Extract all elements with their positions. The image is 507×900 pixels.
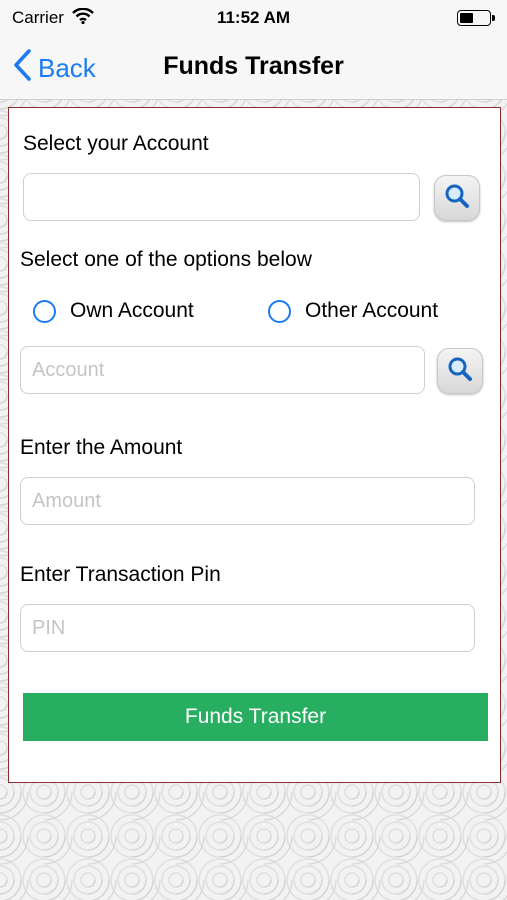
amount-label: Enter the Amount xyxy=(20,436,183,459)
pin-field[interactable] xyxy=(20,604,475,652)
search-icon xyxy=(444,183,470,214)
navigation-bar: Back Funds Transfer xyxy=(0,36,507,100)
radio-other-account-label: Other Account xyxy=(305,299,439,322)
target-account-search-button[interactable] xyxy=(437,348,483,394)
funds-transfer-button[interactable]: Funds Transfer xyxy=(23,693,488,741)
radio-circle-icon xyxy=(33,299,56,323)
carrier-label: Carrier xyxy=(12,8,64,27)
select-account-label: Select your Account xyxy=(23,132,209,155)
page-title: Funds Transfer xyxy=(163,52,344,80)
radio-other-account[interactable]: Other Account xyxy=(268,299,438,323)
pin-label: Enter Transaction Pin xyxy=(20,563,221,586)
status-bar: Carrier 11:52 AM xyxy=(0,0,507,36)
amount-field[interactable] xyxy=(20,477,475,525)
source-account-field[interactable] xyxy=(23,173,420,221)
status-left: Carrier xyxy=(12,7,94,29)
funds-transfer-form: Select your Account Select one of the op… xyxy=(8,107,501,783)
battery-icon xyxy=(457,10,495,26)
options-label: Select one of the options below xyxy=(20,248,312,271)
wifi-icon xyxy=(72,7,94,29)
battery-fill xyxy=(460,13,473,23)
radio-own-account[interactable]: Own Account xyxy=(33,299,194,323)
target-account-field[interactable] xyxy=(20,346,425,394)
radio-circle-icon xyxy=(268,299,291,323)
source-account-search-button[interactable] xyxy=(434,175,480,221)
radio-own-account-label: Own Account xyxy=(70,299,194,322)
search-icon xyxy=(447,356,473,387)
